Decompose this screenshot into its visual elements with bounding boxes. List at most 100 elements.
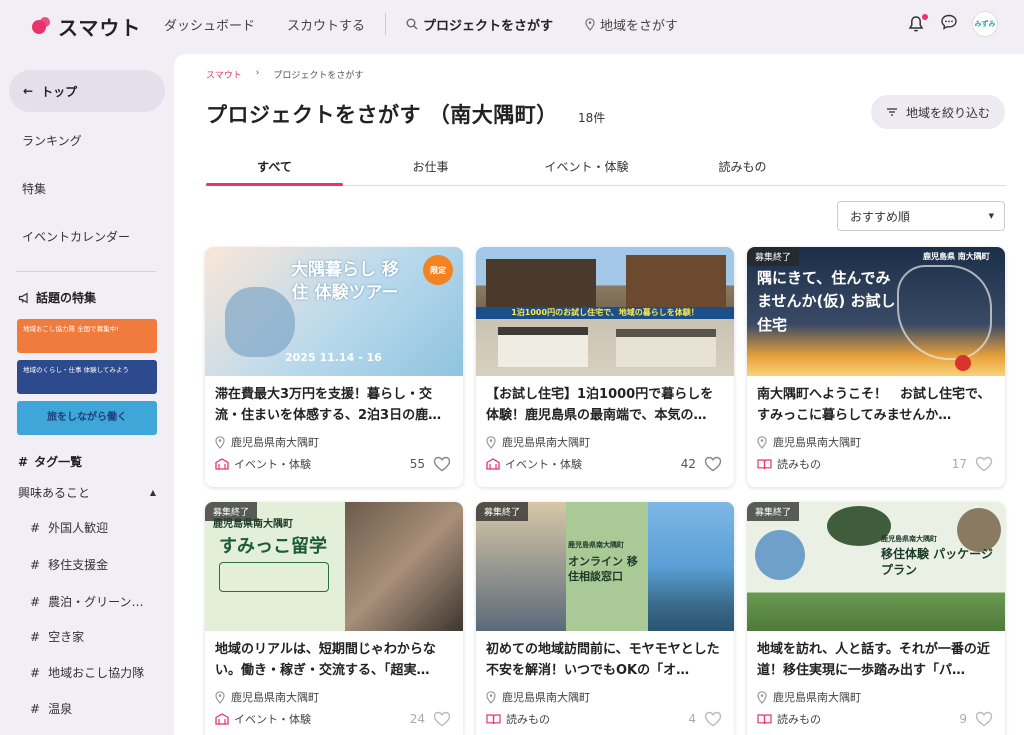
sidebar-link-event-calendar[interactable]: イベントカレンダー bbox=[22, 228, 130, 245]
sidebar-link-ranking[interactable]: ランキング bbox=[22, 132, 82, 149]
featured-banner-3-text: 旅をしながら働く bbox=[47, 412, 127, 423]
like-button[interactable]: 24 bbox=[410, 711, 451, 727]
map-marker-icon bbox=[955, 355, 971, 371]
thumb-diagram bbox=[219, 562, 329, 592]
sidebar-divider bbox=[16, 271, 156, 272]
like-button[interactable]: 4 bbox=[688, 711, 722, 727]
thumb-photo bbox=[345, 502, 463, 631]
card-thumbnail: 大隅暮らし 移住 体験ツアー 限定 2025 11.14 - 16 bbox=[205, 247, 463, 376]
logo-mark-icon bbox=[32, 16, 52, 37]
interest-label: 興味あること bbox=[18, 486, 91, 500]
sidebar-top-button[interactable]: ← トップ bbox=[9, 70, 165, 112]
project-card[interactable]: 募集終了 鹿児島県南大隅町 オンライン 移住相談窓口 初めての地域訪問前に、モヤ… bbox=[476, 502, 734, 735]
main-nav: ダッシュボード スカウトする プロジェクトをさがす 地域をさがす bbox=[164, 0, 710, 48]
tag-item[interactable]: # 温泉 bbox=[30, 700, 72, 717]
arrow-left-icon: ← bbox=[23, 84, 34, 98]
avatar[interactable]: みずみ bbox=[972, 11, 998, 37]
hash-icon: # bbox=[30, 665, 41, 680]
tab-articles[interactable]: 読みもの bbox=[674, 150, 811, 185]
card-category: 読みもの bbox=[486, 711, 550, 727]
tag-label: 空き家 bbox=[48, 630, 85, 644]
location-pin-icon bbox=[757, 690, 767, 704]
tab-jobs[interactable]: お仕事 bbox=[362, 150, 499, 185]
filter-icon bbox=[886, 108, 897, 116]
card-category: イベント・体験 bbox=[215, 711, 311, 727]
tags-heading: # タグ一覧 bbox=[18, 453, 82, 470]
featured-banner-1-text: 地域おこし協力隊 全国で募集中! bbox=[23, 325, 119, 333]
hash-icon: # bbox=[18, 454, 29, 469]
project-card[interactable]: 募集終了 鹿児島県南大隅町 すみっこ留学 地域のリアルは、短期間じゃわからない。… bbox=[205, 502, 463, 735]
house-photo bbox=[486, 259, 596, 309]
logo[interactable]: スマウト bbox=[32, 12, 141, 41]
location-pin-icon bbox=[215, 690, 225, 704]
featured-banner-1[interactable]: 地域おこし協力隊 全国で募集中! bbox=[17, 319, 157, 353]
card-location-label: 鹿児島県南大隅町 bbox=[502, 691, 590, 704]
project-card[interactable]: 1泊1000円のお試し住宅で、地域の暮らしを体験！ 【お試し住宅】1泊1000円… bbox=[476, 247, 734, 487]
card-location: 鹿児島県南大隅町 bbox=[486, 434, 590, 450]
notification-button[interactable] bbox=[908, 14, 928, 33]
top-header: スマウト ダッシュボード スカウトする プロジェクトをさがす 地域をさがす みず… bbox=[0, 0, 1024, 48]
message-button[interactable] bbox=[940, 13, 958, 35]
tag-label: 移住支援金 bbox=[48, 558, 109, 572]
tag-item[interactable]: # 空き家 bbox=[30, 628, 84, 645]
avatar-text: みずみ bbox=[974, 19, 996, 28]
chat-bubble-icon bbox=[941, 14, 957, 30]
card-category: 読みもの bbox=[757, 711, 821, 727]
hash-icon: # bbox=[30, 520, 41, 535]
region-filter-button[interactable]: 地域を絞り込む bbox=[871, 95, 1005, 129]
project-card[interactable]: 募集終了 隅にきて、住んでみませんか(仮) お試し住宅 鹿児島県 南大隅町 南大… bbox=[747, 247, 1005, 487]
nav-search-projects[interactable]: プロジェクトをさがす bbox=[406, 15, 553, 34]
card-location-label: 鹿児島県南大隅町 bbox=[231, 436, 319, 449]
location-pin-icon bbox=[757, 435, 767, 449]
card-location-label: 鹿児島県南大隅町 bbox=[231, 691, 319, 704]
like-button[interactable]: 42 bbox=[681, 456, 722, 472]
tag-item[interactable]: # 農泊・グリーン… bbox=[30, 593, 143, 610]
heart-icon bbox=[975, 711, 993, 727]
like-button[interactable]: 17 bbox=[952, 456, 993, 472]
tag-item[interactable]: # 地域おこし協力隊 bbox=[30, 664, 144, 681]
nav-scout-label: スカウトする bbox=[287, 18, 366, 34]
thumb-photo bbox=[648, 502, 734, 631]
search-icon bbox=[406, 18, 418, 30]
card-thumbnail: 募集終了 鹿児島県南大隅町 オンライン 移住相談窓口 bbox=[476, 502, 734, 631]
event-tent-icon bbox=[215, 713, 229, 725]
card-thumbnail: 募集終了 隅にきて、住んでみませんか(仮) お試し住宅 鹿児島県 南大隅町 bbox=[747, 247, 1005, 376]
chevron-right-icon: › bbox=[255, 68, 260, 78]
nav-scout[interactable]: スカウトする bbox=[287, 15, 365, 34]
tab-all[interactable]: すべて bbox=[206, 150, 343, 186]
featured-banner-2[interactable]: 地域のくらし・仕事 体験してみよう bbox=[17, 360, 157, 394]
tag-item[interactable]: # 外国人歓迎 bbox=[30, 519, 108, 536]
like-button[interactable]: 9 bbox=[959, 711, 993, 727]
card-category-label: イベント・体験 bbox=[505, 458, 582, 471]
location-pin-icon bbox=[486, 435, 496, 449]
category-tabs: すべて お仕事 イベント・体験 読みもの bbox=[206, 150, 1006, 186]
project-card[interactable]: 募集終了 鹿児島県南大隅町 移住体験 パッケージプラン 地域を訪れ、人と話す。そ… bbox=[747, 502, 1005, 735]
card-location: 鹿児島県南大隅町 bbox=[215, 434, 319, 450]
thumb-photo bbox=[476, 502, 566, 631]
like-count: 24 bbox=[409, 712, 425, 726]
nav-dashboard[interactable]: ダッシュボード bbox=[164, 15, 255, 34]
tag-item[interactable]: # 移住支援金 bbox=[30, 556, 108, 573]
header-icons: みずみ bbox=[908, 11, 998, 37]
nav-search-regions[interactable]: 地域をさがす bbox=[585, 15, 678, 34]
breadcrumb-home[interactable]: スマウト bbox=[206, 68, 242, 81]
caret-up-icon: ▲ bbox=[149, 488, 156, 497]
tab-events[interactable]: イベント・体験 bbox=[518, 150, 655, 185]
book-icon bbox=[757, 459, 772, 470]
house-photo bbox=[626, 255, 726, 310]
featured-heading-label: 話題の特集 bbox=[36, 291, 97, 305]
tag-label: 外国人歓迎 bbox=[48, 521, 109, 535]
card-thumb-text: 大隅暮らし 移住 体験ツアー bbox=[291, 260, 399, 303]
like-button[interactable]: 55 bbox=[410, 456, 451, 472]
featured-banner-3[interactable]: 旅をしながら働く bbox=[17, 401, 157, 435]
interest-toggle[interactable]: 興味あること ▲ bbox=[18, 484, 156, 501]
card-title: 地域のリアルは、短期間じゃわからない。働き・稼ぎ・交流する、「超実… bbox=[215, 642, 436, 678]
breadcrumb-current: プロジェクトをさがす bbox=[273, 71, 364, 81]
sidebar-link-features[interactable]: 特集 bbox=[22, 180, 46, 197]
card-title: 初めての地域訪問前に、モヤモヤとした不安を解消！いつでもOKの「オ… bbox=[486, 642, 720, 678]
hash-icon: # bbox=[30, 629, 41, 644]
card-thumb-text: 1泊1000円のお試し住宅で、地域の暮らしを体験！ bbox=[476, 307, 734, 319]
sort-select[interactable]: おすすめ順 ▼ bbox=[837, 201, 1005, 231]
project-card[interactable]: 大隅暮らし 移住 体験ツアー 限定 2025 11.14 - 16 滞在費最大3… bbox=[205, 247, 463, 487]
featured-banner-2-text: 地域のくらし・仕事 体験してみよう bbox=[23, 366, 129, 374]
